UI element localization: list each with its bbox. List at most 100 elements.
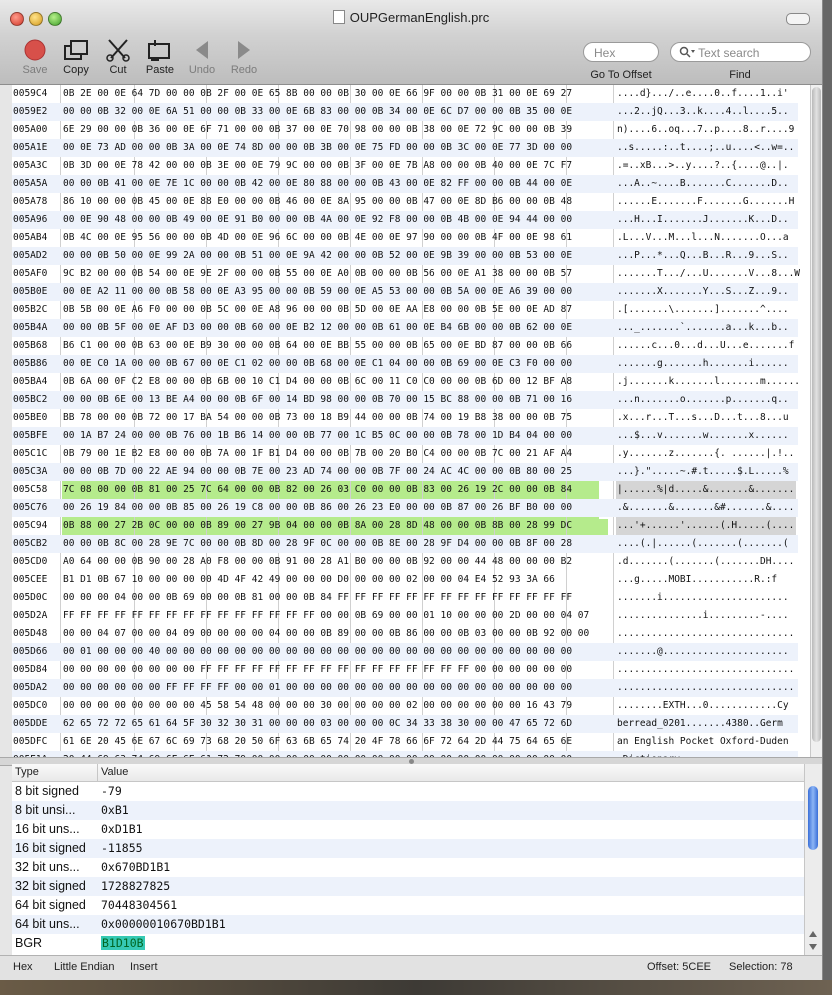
hex-row[interactable]: 005B86 00 0E C0 1A 00 00 0B 67 00 0E C1 0… xyxy=(12,355,798,373)
status-endian[interactable]: Little Endian xyxy=(54,961,115,973)
hex-row[interactable]: 005C94 0B 88 00 27 2B 0C 00 00 0B 89 00 2… xyxy=(12,517,798,535)
hex-row[interactable]: 005DFC 61 6E 20 45 6E 67 6C 69 73 68 20 5… xyxy=(12,733,798,751)
row-bytes[interactable]: 7C 08 00 00 0B 81 00 25 7C 64 00 00 0B 8… xyxy=(63,481,572,499)
hex-row[interactable]: 005A78 86 10 00 00 0B 45 00 0E 88 E0 00 0… xyxy=(12,193,798,211)
inspector-value[interactable]: 0xD1B1 xyxy=(101,820,143,839)
row-ascii[interactable]: ...$...v.......w.......x...... xyxy=(617,427,789,445)
redo-button[interactable]: Redo xyxy=(222,38,266,76)
hex-row[interactable]: 005C76 00 26 19 84 00 00 0B 85 00 26 19 C… xyxy=(12,499,798,517)
undo-button[interactable]: Undo xyxy=(180,38,224,76)
row-ascii[interactable]: ......c...0...d...U...e.......f xyxy=(617,337,794,355)
hex-row[interactable]: 005B68 B6 C1 00 00 0B 63 00 0E B9 30 00 0… xyxy=(12,337,798,355)
row-bytes[interactable]: B1 D1 0B 67 10 00 00 00 00 4D 4F 42 49 0… xyxy=(63,571,555,589)
row-ascii[interactable]: ...'+......'......(.H.....(.... xyxy=(617,517,794,535)
hex-row[interactable]: 005AB4 0B 4C 00 0E 95 56 00 00 0B 4D 00 0… xyxy=(12,229,798,247)
row-bytes[interactable]: 00 26 19 84 00 00 0B 85 00 26 19 C8 00 0… xyxy=(63,499,572,517)
hex-row[interactable]: 005CEE B1 D1 0B 67 10 00 00 00 00 4D 4F 4… xyxy=(12,571,798,589)
row-ascii[interactable]: ...}.".....~.#.t.....$.L.....% xyxy=(617,463,789,481)
inspector-row[interactable]: 64 bit signed 70448304561 xyxy=(12,896,804,915)
row-bytes[interactable]: 0B 5B 00 0E A6 F0 00 00 0B 5C 00 0E A8 9… xyxy=(63,301,572,319)
row-bytes[interactable]: 6E 29 00 00 0B 36 00 0E 6F 71 00 00 0B 3… xyxy=(63,121,572,139)
hex-row[interactable]: 005C3A 00 00 0B 7D 00 22 AE 94 00 00 0B 7… xyxy=(12,463,798,481)
hex-row[interactable]: 005BC2 00 00 0B 6E 00 13 BE A4 00 00 0B 6… xyxy=(12,391,798,409)
hex-row[interactable]: 005D2A FF FF FF FF FF FF FF FF FF FF FF F… xyxy=(12,607,798,625)
row-bytes[interactable]: 00 00 00 00 00 00 00 00 45 58 54 48 00 0… xyxy=(63,697,572,715)
hex-row[interactable]: 005A3C 0B 3D 00 0E 78 42 00 00 0B 3E 00 0… xyxy=(12,157,798,175)
row-ascii[interactable]: .......@...................... xyxy=(617,643,789,661)
status-mode[interactable]: Hex xyxy=(13,961,33,973)
row-ascii[interactable]: ............................... xyxy=(617,661,794,679)
row-bytes[interactable]: 00 00 0B 7D 00 22 AE 94 00 00 0B 7E 00 2… xyxy=(63,463,572,481)
row-ascii[interactable]: ...............i.........-.... xyxy=(617,607,789,625)
row-bytes[interactable]: 0B 4C 00 0E 95 56 00 00 0B 4D 00 0E 96 6… xyxy=(63,229,572,247)
hex-row[interactable]: 005CB2 00 00 0B 8C 00 28 9E 7C 00 00 0B 8… xyxy=(12,535,798,553)
title-bar[interactable]: OUPGermanEnglish.prc xyxy=(0,0,822,34)
row-ascii[interactable]: ...g.....MOBI...........R.:f xyxy=(617,571,777,589)
row-bytes[interactable]: 00 00 00 00 00 00 00 00 FF FF FF FF FF F… xyxy=(63,661,572,679)
row-bytes[interactable]: 9C B2 00 00 0B 54 00 0E 9E 2F 00 00 0B 5… xyxy=(63,265,572,283)
inspector-value[interactable]: B1D10B xyxy=(101,934,145,953)
hex-row[interactable]: 005C1C 0B 79 00 1E B2 E8 00 00 0B 7A 00 1… xyxy=(12,445,798,463)
hex-row[interactable]: 005A1E 00 0E 73 AD 00 00 0B 3A 00 0E 74 8… xyxy=(12,139,798,157)
row-bytes[interactable]: B6 C1 00 00 0B 63 00 0E B9 30 00 00 0B 6… xyxy=(63,337,572,355)
row-bytes[interactable]: 00 01 00 00 00 40 00 00 00 00 00 00 00 0… xyxy=(63,643,572,661)
row-bytes[interactable]: 00 0E 90 48 00 00 0B 49 00 0E 91 B0 00 0… xyxy=(63,211,572,229)
scroll-up-arrow-icon[interactable] xyxy=(809,931,817,937)
hex-row[interactable]: 005A00 6E 29 00 00 0B 36 00 0E 6F 71 00 0… xyxy=(12,121,798,139)
row-ascii[interactable]: ...A..~....B.......C.......D.. xyxy=(617,175,789,193)
row-bytes[interactable]: 0B 79 00 1E B2 E8 00 00 0B 7A 00 1F B1 D… xyxy=(63,445,572,463)
row-bytes[interactable]: 00 0E A2 11 00 00 0B 58 00 0E A3 95 00 0… xyxy=(63,283,572,301)
inspector-value[interactable]: 1728827825 xyxy=(101,877,170,896)
row-bytes[interactable]: 0B 88 00 27 2B 0C 00 00 0B 89 00 27 9B 0… xyxy=(63,517,572,535)
row-ascii[interactable]: ...H...I.......J.......K...D.. xyxy=(617,211,789,229)
row-bytes[interactable]: 0B 2E 00 0E 64 7D 00 00 0B 2F 00 0E 65 8… xyxy=(63,85,572,103)
inspector-value[interactable]: 0x670BD1B1 xyxy=(101,858,170,877)
row-ascii[interactable]: .x...r...T...s...D...t...8...u xyxy=(617,409,789,427)
row-ascii[interactable]: .=..xB...>..y....?..{....@..|. xyxy=(617,157,789,175)
inspector-row[interactable]: 16 bit uns... 0xD1B1 xyxy=(12,820,804,839)
status-insert[interactable]: Insert xyxy=(130,961,158,973)
hex-row[interactable]: 005A96 00 0E 90 48 00 00 0B 49 00 0E 91 B… xyxy=(12,211,798,229)
row-bytes[interactable]: 00 1A B7 24 00 00 0B 76 00 1B B6 14 00 0… xyxy=(63,427,572,445)
hex-row[interactable]: 005A5A 00 00 0B 41 00 0E 7E 1C 00 00 0B 4… xyxy=(12,175,798,193)
row-ascii[interactable]: |......%|d.....&.......&....... xyxy=(617,481,794,499)
hex-row[interactable]: 005B2C 0B 5B 00 0E A6 F0 00 00 0B 5C 00 0… xyxy=(12,301,798,319)
hex-row[interactable]: 005D48 00 00 04 07 00 00 04 09 00 00 00 0… xyxy=(12,625,798,643)
row-ascii[interactable]: .d.......(.......(.......DH.... xyxy=(617,553,794,571)
row-bytes[interactable]: 00 00 0B 5F 00 0E AF D3 00 00 0B 60 00 0… xyxy=(63,319,572,337)
row-bytes[interactable]: BB 78 00 00 0B 72 00 17 BA 54 00 00 0B 7… xyxy=(63,409,572,427)
type-column-header[interactable]: Type xyxy=(15,766,39,778)
inspector-row[interactable]: 8 bit signed -79 xyxy=(12,782,804,801)
row-ascii[interactable]: ..._.......`.......a...k...b.. xyxy=(617,319,789,337)
cut-button[interactable]: Cut xyxy=(96,38,140,76)
row-bytes[interactable]: FF FF FF FF FF FF FF FF FF FF FF FF FF F… xyxy=(63,607,589,625)
hex-row[interactable]: 005DC0 00 00 00 00 00 00 00 00 45 58 54 4… xyxy=(12,697,798,715)
row-ascii[interactable]: ...P...*...Q...B...R...9...S.. xyxy=(617,247,789,265)
row-bytes[interactable]: 0B 6A 00 0F C2 E8 00 00 0B 6B 00 10 C1 D… xyxy=(63,373,572,391)
hex-row[interactable]: 0059C4 0B 2E 00 0E 64 7D 00 00 0B 2F 00 0… xyxy=(12,85,798,103)
row-ascii[interactable]: ....(.|......(.......(.......( xyxy=(617,535,789,553)
row-ascii[interactable]: n)....6..oq...7..p....8..r....9 xyxy=(617,121,794,139)
row-bytes[interactable]: 00 00 0B 41 00 0E 7E 1C 00 00 0B 42 00 0… xyxy=(63,175,572,193)
hex-scrollbar-thumb[interactable] xyxy=(812,87,821,742)
row-ascii[interactable]: ........EXTH...0............Cy xyxy=(617,697,789,715)
row-bytes[interactable]: 00 00 0B 32 00 0E 6A 51 00 00 0B 33 00 0… xyxy=(63,103,572,121)
value-column-header[interactable]: Value xyxy=(101,766,128,778)
row-ascii[interactable]: an English Pocket Oxford-Duden xyxy=(617,733,789,751)
hex-row[interactable]: 005D84 00 00 00 00 00 00 00 00 FF FF FF F… xyxy=(12,661,798,679)
row-ascii[interactable]: .L...V...M...l...N.......O...a xyxy=(617,229,789,247)
inspector-value[interactable]: 0x00000010670BD1B1 xyxy=(101,915,226,934)
row-ascii[interactable]: ...n.......o.......p.......q.. xyxy=(617,391,789,409)
row-ascii[interactable]: .......i...................... xyxy=(617,589,789,607)
hex-view[interactable]: 0059C4 0B 2E 00 0E 64 7D 00 00 0B 2F 00 0… xyxy=(12,85,810,757)
row-ascii[interactable]: .[.......\.......].......^.... xyxy=(617,301,789,319)
text-search-input[interactable]: Text search xyxy=(670,42,811,62)
row-ascii[interactable]: berread_0201.......4380..Germ xyxy=(617,715,783,733)
hex-offset-input[interactable]: Hex xyxy=(583,42,659,62)
inspector-scrollbar[interactable] xyxy=(804,764,822,955)
hex-row[interactable]: 0059E2 00 00 0B 32 00 0E 6A 51 00 00 0B 3… xyxy=(12,103,798,121)
hex-row[interactable]: 005B0E 00 0E A2 11 00 00 0B 58 00 0E A3 9… xyxy=(12,283,798,301)
save-button[interactable]: Save xyxy=(13,38,57,76)
hex-row[interactable]: 005BE0 BB 78 00 00 0B 72 00 17 BA 54 00 0… xyxy=(12,409,798,427)
hex-row[interactable]: 005DA2 00 00 00 00 00 00 FF FF FF FF 00 0… xyxy=(12,679,798,697)
